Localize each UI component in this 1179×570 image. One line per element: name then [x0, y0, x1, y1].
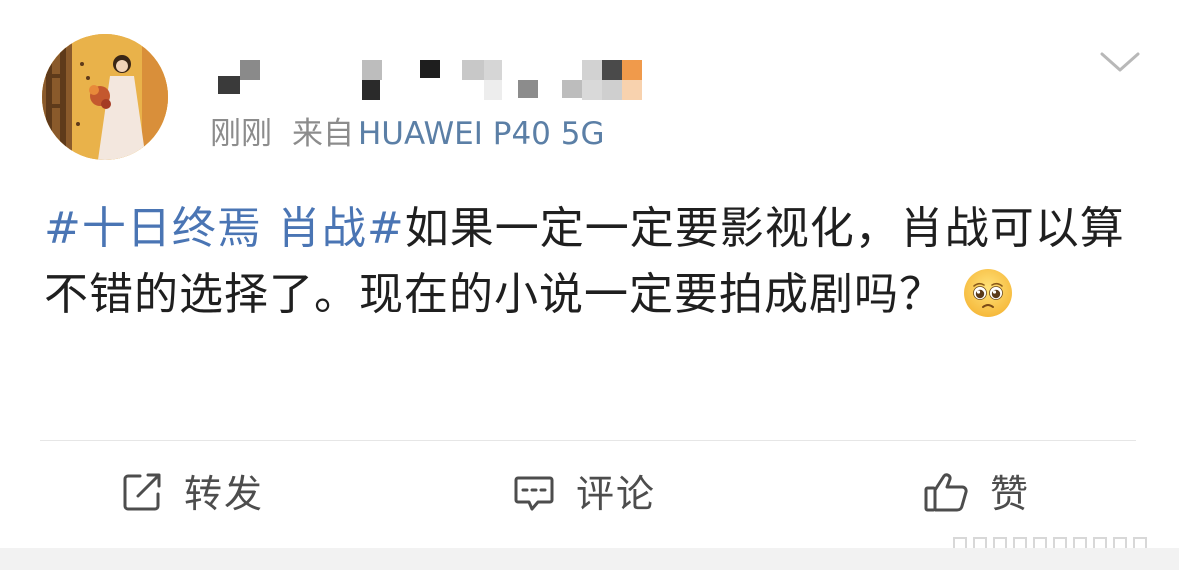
like-label: 赞 — [990, 472, 1031, 516]
comment-button[interactable]: 评论 — [512, 466, 656, 522]
hashtag-link[interactable]: #十日终焉 肖战# — [44, 203, 405, 254]
post-body: #十日终焉 肖战#如果一定一定要影视化，肖战可以算不错的选择了。现在的小说一定要… — [44, 196, 1134, 328]
weibo-post-card: 刚刚 来自 HUAWEI P40 5G #十日终焉 肖战#如果一定一定要影视化，肖战… — [0, 0, 1179, 554]
username-redacted[interactable] — [212, 56, 672, 104]
chevron-down-icon[interactable] — [1098, 48, 1142, 76]
post-meta: 刚刚 来自 HUAWEI P40 5G — [210, 114, 605, 154]
like-button[interactable]: 赞 — [922, 466, 1030, 522]
divider — [40, 440, 1136, 441]
pleading-face-emoji-icon — [962, 267, 1014, 319]
avatar[interactable] — [42, 34, 168, 160]
comment-bubble-icon — [512, 470, 556, 518]
thumbs-up-icon — [922, 468, 970, 520]
post-device[interactable]: HUAWEI P40 5G — [358, 116, 605, 152]
repost-button[interactable]: 转发 — [120, 466, 264, 522]
avatar-image — [42, 34, 168, 160]
bottom-strip — [0, 548, 1179, 570]
post-source-prefix: 来自 — [292, 116, 354, 152]
comment-label: 评论 — [576, 472, 657, 516]
repost-edit-icon — [120, 470, 164, 518]
post-time: 刚刚 — [210, 116, 272, 152]
repost-label: 转发 — [184, 472, 265, 516]
